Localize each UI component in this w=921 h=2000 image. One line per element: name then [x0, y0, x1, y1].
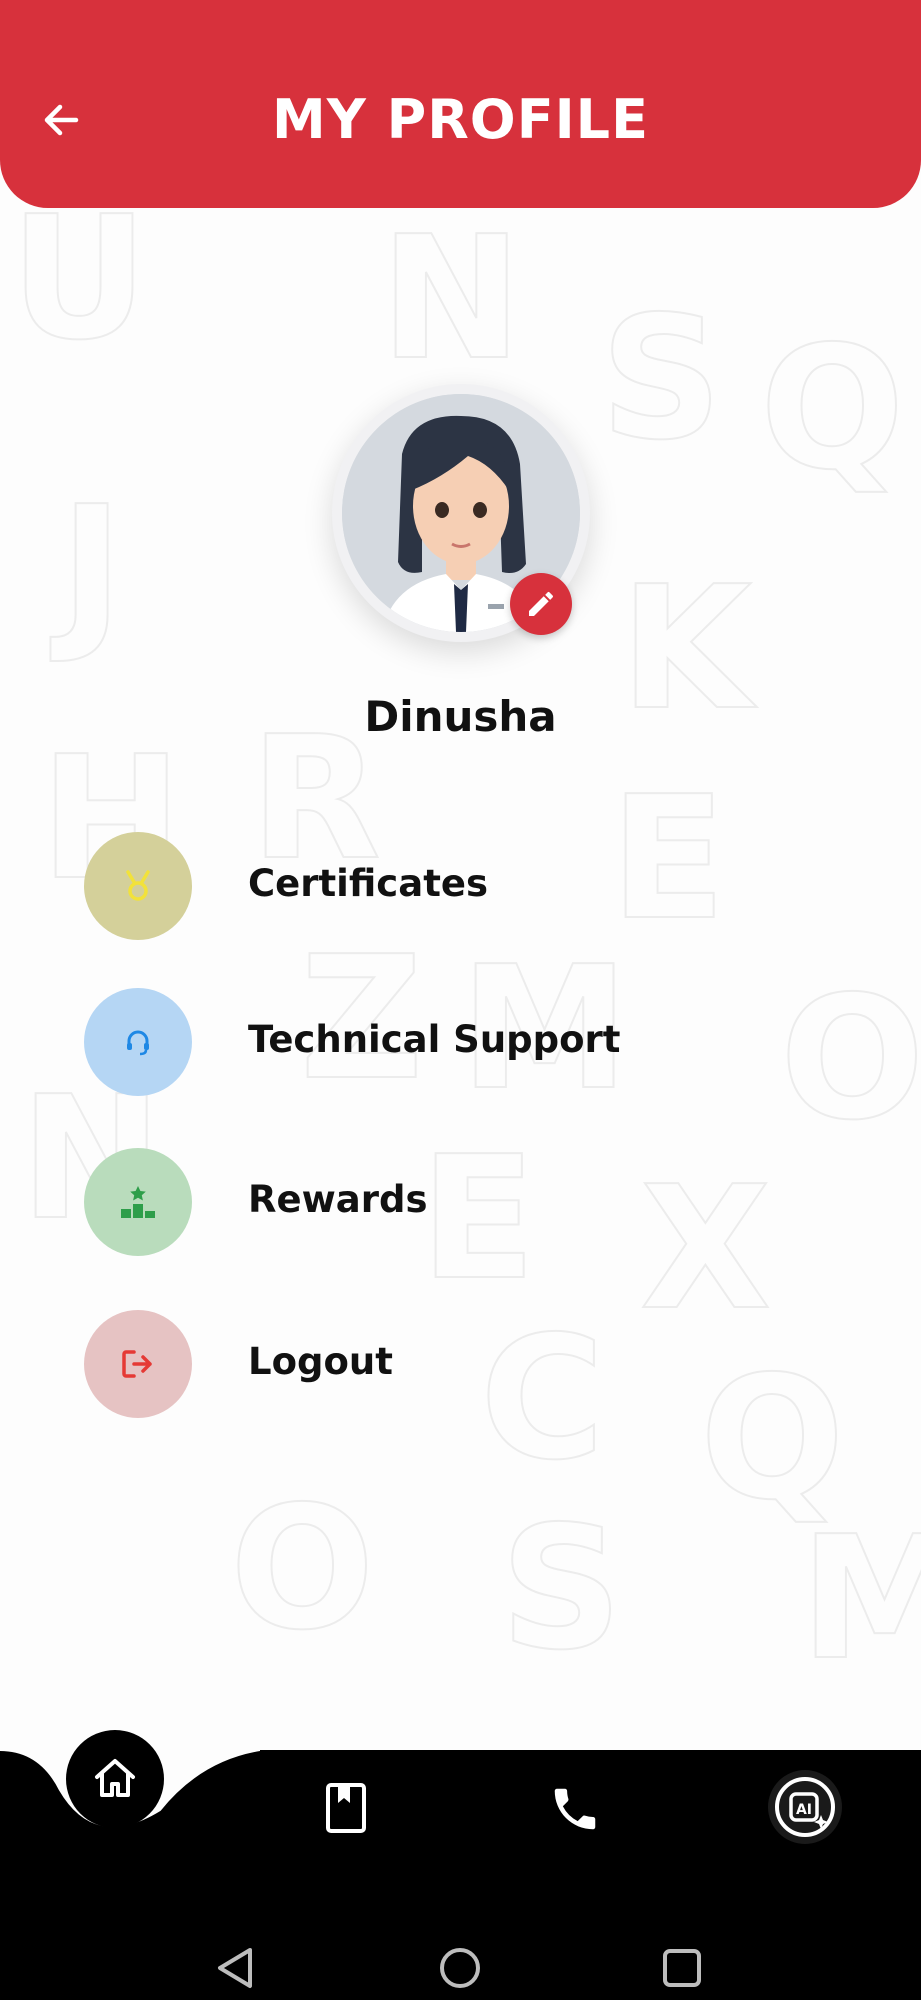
menu-label: Rewards — [248, 1178, 428, 1221]
logout-icon-circle — [84, 1310, 192, 1418]
svg-text:AI: AI — [796, 1802, 812, 1818]
system-recents-icon[interactable] — [660, 1946, 704, 1994]
book-icon[interactable] — [318, 1780, 374, 1836]
menu-item-logout[interactable]: Logout — [84, 1310, 644, 1420]
system-back-icon[interactable] — [212, 1944, 256, 1996]
headset-icon — [127, 1030, 149, 1056]
certificates-icon-circle — [84, 832, 192, 940]
logout-icon — [122, 1350, 152, 1378]
menu-label: Technical Support — [248, 1018, 621, 1061]
system-home-icon[interactable] — [438, 1946, 482, 1994]
podium-icon — [121, 1186, 155, 1218]
menu-item-rewards[interactable]: Rewards — [84, 1148, 644, 1258]
menu-item-certificates[interactable]: Certificates — [84, 832, 644, 942]
menu-label: Certificates — [248, 862, 488, 905]
edit-profile-button[interactable] — [510, 573, 572, 635]
pencil-icon — [529, 591, 554, 616]
menu-label: Logout — [248, 1340, 393, 1383]
support-icon-circle — [84, 988, 192, 1096]
home-icon[interactable] — [66, 1730, 164, 1828]
rewards-icon-circle — [84, 1148, 192, 1256]
menu-item-technical-support[interactable]: Technical Support — [84, 988, 644, 1098]
user-name: Dinusha — [364, 692, 557, 741]
phone-icon[interactable] — [546, 1780, 604, 1838]
page-title: MY PROFILE — [272, 88, 649, 151]
app-header: MY PROFILE — [0, 0, 921, 208]
medal-icon — [126, 870, 150, 901]
ai-assistant-icon[interactable]: AI — [768, 1770, 842, 1844]
